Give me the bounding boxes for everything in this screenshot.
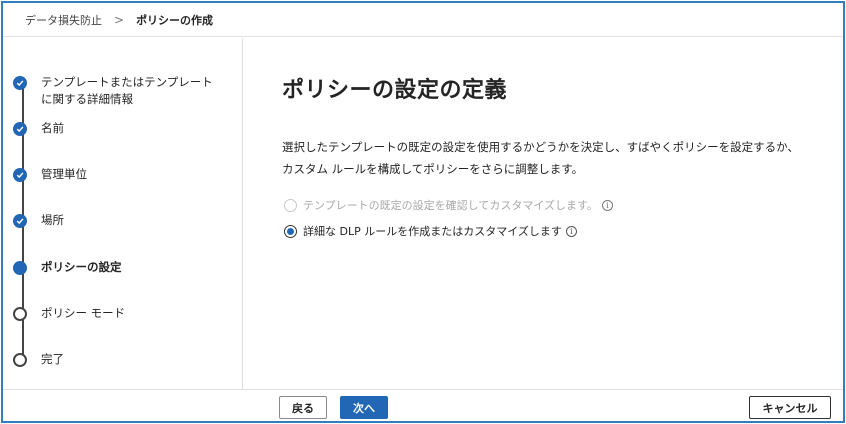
step-admin-units[interactable]: 管理単位 (13, 167, 87, 183)
step-rail-line (22, 84, 24, 326)
step-label: 場所 (41, 213, 64, 227)
checkmark-icon (13, 214, 27, 228)
wizard-window: データ損失防止 > ポリシーの作成 テンプレートまたはテンプレート に関する詳細… (1, 1, 845, 423)
checkmark-icon (13, 76, 27, 90)
step-label-line: に関する詳細情報 (41, 92, 133, 106)
radio-button[interactable] (284, 198, 297, 212)
info-icon[interactable]: i (601, 199, 613, 211)
step-policy-settings[interactable]: ポリシーの設定 (13, 260, 122, 276)
current-step-dot-icon (13, 261, 27, 275)
option-use-template-defaults[interactable]: テンプレートの既定の設定を確認してカスタマイズします。 i (284, 197, 613, 213)
breadcrumb-current: ポリシーの作成 (136, 13, 214, 27)
footer-bar: 戻る 次へ キャンセル (3, 389, 843, 421)
page-title: ポリシーの設定の定義 (282, 78, 508, 103)
radio-button[interactable] (284, 224, 297, 238)
step-finish[interactable]: 完了 (13, 352, 64, 368)
step-locations[interactable]: 場所 (13, 213, 64, 229)
option-custom-dlp-rules[interactable]: 詳細な DLP ルールを作成またはカスタマイズします i (284, 223, 577, 239)
step-name[interactable]: 名前 (13, 121, 64, 137)
info-icon[interactable]: i (565, 225, 577, 237)
back-button[interactable]: 戻る (279, 396, 327, 419)
step-label: テンプレートまたはテンプレート に関する詳細情報 (41, 74, 213, 108)
pending-step-circle-icon (13, 307, 27, 321)
checkmark-icon (13, 168, 27, 182)
checkmark-icon (13, 122, 27, 136)
breadcrumb-separator-icon: > (114, 12, 125, 27)
breadcrumb: データ損失防止 > ポリシーの作成 (3, 3, 843, 37)
step-template[interactable]: テンプレートまたはテンプレート に関する詳細情報 (13, 74, 213, 108)
main-panel: ポリシーの設定の定義 選択したテンプレートの既定の設定を使用するかどうかを決定し… (244, 38, 843, 389)
option-label: 詳細な DLP ルールを作成またはカスタマイズします (303, 225, 562, 238)
step-label-line: テンプレートまたはテンプレート (41, 75, 213, 89)
page-description: 選択したテンプレートの既定の設定を使用するかどうかを決定し、すばやくポリシーを設… (282, 136, 842, 180)
step-label: 完了 (41, 352, 64, 366)
option-label: テンプレートの既定の設定を確認してカスタマイズします。 (303, 199, 598, 212)
description-line: カスタム ルールを構成してポリシーをさらに調整します。 (282, 162, 584, 176)
step-label: 管理単位 (41, 167, 87, 181)
wizard-steps: テンプレートまたはテンプレート に関する詳細情報 名前 管理単位 場所 ポリシー… (3, 38, 243, 389)
step-label: ポリシー モード (41, 306, 126, 320)
step-label: ポリシーの設定 (41, 260, 122, 274)
description-line: 選択したテンプレートの既定の設定を使用するかどうかを決定し、すばやくポリシーを設… (282, 140, 799, 154)
cancel-button[interactable]: キャンセル (749, 396, 831, 419)
next-button[interactable]: 次へ (340, 396, 388, 419)
breadcrumb-dlp-link[interactable]: データ損失防止 (25, 12, 102, 28)
pending-step-circle-icon (13, 353, 27, 367)
step-policy-mode[interactable]: ポリシー モード (13, 306, 126, 322)
step-label: 名前 (41, 121, 64, 135)
